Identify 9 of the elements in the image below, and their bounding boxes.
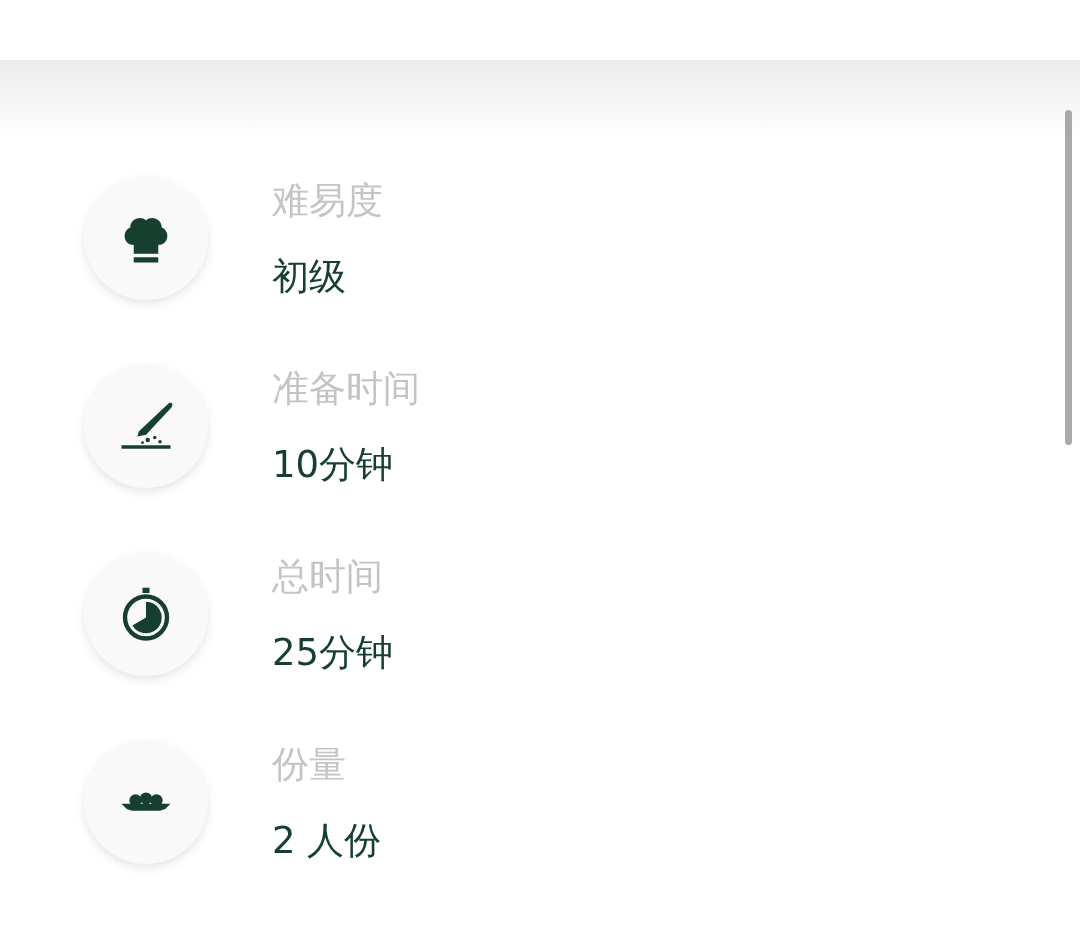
detail-label: 准备时间 bbox=[272, 369, 420, 407]
detail-value: 25分钟 bbox=[272, 633, 394, 671]
detail-label: 总时间 bbox=[272, 557, 384, 595]
detail-label: 份量 bbox=[272, 745, 347, 783]
detail-label: 难易度 bbox=[272, 181, 383, 219]
detail-value: 10分钟 bbox=[272, 445, 395, 483]
detail-value: 初级 bbox=[272, 257, 347, 295]
detail-value: 2 人份 bbox=[272, 821, 382, 859]
scrollbar[interactable] bbox=[1065, 110, 1072, 445]
